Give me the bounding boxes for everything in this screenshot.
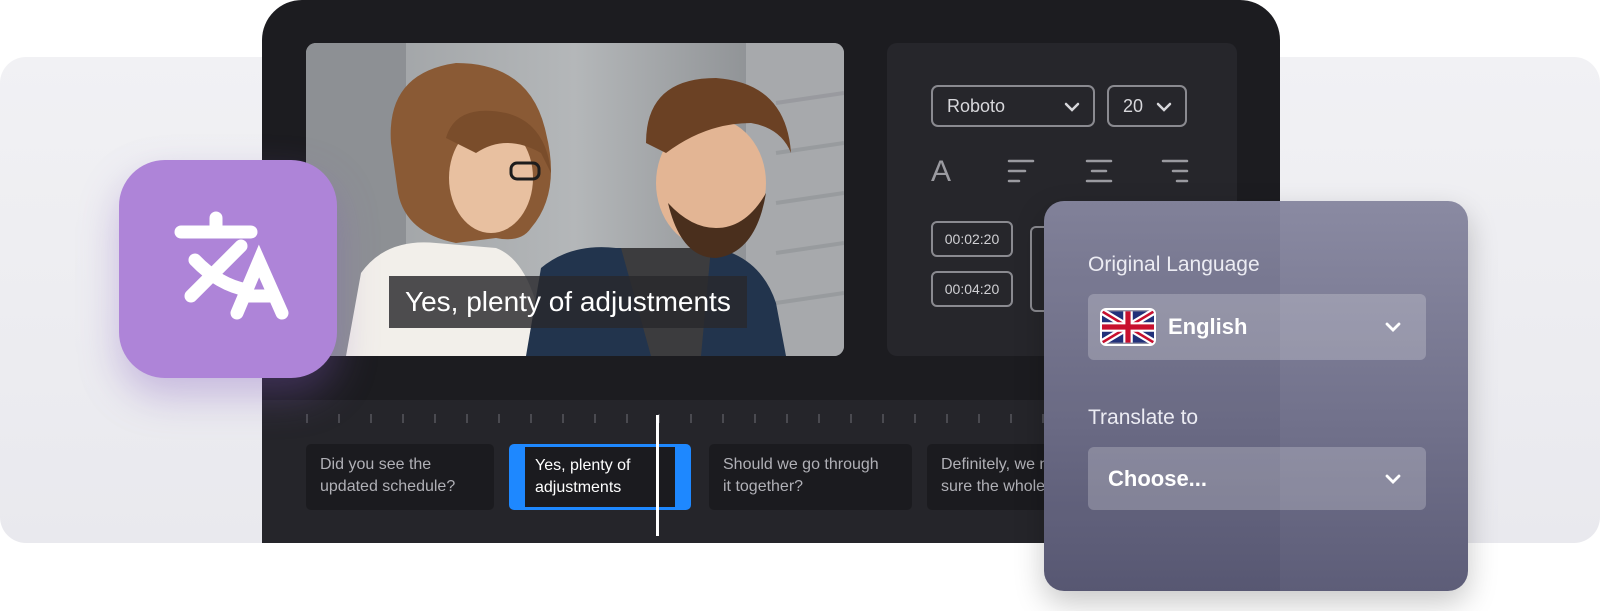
translate-app-icon xyxy=(119,160,337,378)
clip-line-1: Yes, plenty of xyxy=(535,457,631,474)
ruler-tick xyxy=(722,414,724,423)
ruler-tick xyxy=(434,414,436,423)
ruler-tick xyxy=(690,414,692,423)
original-language-label: Original Language xyxy=(1088,253,1260,276)
ruler-tick xyxy=(562,414,564,423)
font-family-select[interactable]: Roboto xyxy=(931,85,1095,127)
translate-to-placeholder: Choose... xyxy=(1108,465,1208,491)
clip-line-1: Should we go through xyxy=(723,456,879,473)
font-size-select[interactable]: 20 xyxy=(1107,85,1187,127)
ruler-tick xyxy=(818,414,820,423)
original-language-value: English xyxy=(1168,314,1248,339)
start-time-field[interactable]: 00:02:20 xyxy=(931,221,1013,257)
chevron-down-icon xyxy=(1156,102,1172,112)
clip-line-2: it together? xyxy=(723,478,804,495)
ruler-tick xyxy=(882,414,884,423)
ruler-tick xyxy=(978,414,980,423)
text-style-icon[interactable]: A xyxy=(931,155,951,189)
clip-line-1: Did you see the xyxy=(320,456,432,473)
font-family-value: Roboto xyxy=(947,95,1006,116)
chevron-down-icon xyxy=(1385,474,1401,484)
video-preview[interactable]: Yes, plenty of adjustments xyxy=(306,43,844,356)
ruler-tick xyxy=(306,414,308,423)
align-left-icon[interactable] xyxy=(1007,158,1035,184)
ruler-tick xyxy=(626,414,628,423)
translate-icon xyxy=(174,211,289,320)
translate-to-label: Translate to xyxy=(1088,406,1199,429)
font-size-value: 20 xyxy=(1123,95,1144,116)
translation-card: Original Language English Translate to C… xyxy=(1044,201,1468,591)
ruler-tick xyxy=(338,414,340,423)
ruler-tick xyxy=(594,414,596,423)
align-center-icon[interactable] xyxy=(1085,158,1113,184)
ruler-tick xyxy=(498,414,500,423)
end-time-field[interactable]: 00:04:20 xyxy=(931,271,1013,307)
ruler-tick xyxy=(530,414,532,423)
subtitle-overlay-text: Yes, plenty of adjustments xyxy=(389,276,747,328)
ruler-tick xyxy=(946,414,948,423)
ruler-tick xyxy=(370,414,372,423)
translate-to-select[interactable]: Choose... xyxy=(1088,447,1426,510)
timeline-clip[interactable]: Did you see the updated schedule? xyxy=(306,444,494,510)
ruler-tick xyxy=(466,414,468,423)
ruler-tick xyxy=(850,414,852,423)
clip-trim-handle-left[interactable] xyxy=(515,465,518,485)
ruler-tick xyxy=(1010,414,1012,423)
clip-trim-handle-right[interactable] xyxy=(682,465,685,485)
clip-line-2: adjustments xyxy=(535,479,622,496)
align-right-icon[interactable] xyxy=(1161,158,1189,184)
timeline-clip[interactable]: Should we go through it together? xyxy=(709,444,912,510)
playhead[interactable] xyxy=(656,415,659,536)
timeline-clip-active[interactable]: Yes, plenty of adjustments xyxy=(509,444,691,510)
clip-line-2: updated schedule? xyxy=(320,478,456,495)
original-language-select[interactable]: English xyxy=(1088,294,1426,360)
chevron-down-icon xyxy=(1064,102,1080,112)
ruler-tick xyxy=(754,414,756,423)
uk-flag-icon xyxy=(1100,308,1156,346)
chevron-down-icon xyxy=(1385,322,1401,332)
ruler-tick xyxy=(786,414,788,423)
ruler-tick xyxy=(402,414,404,423)
ruler-tick xyxy=(914,414,916,423)
